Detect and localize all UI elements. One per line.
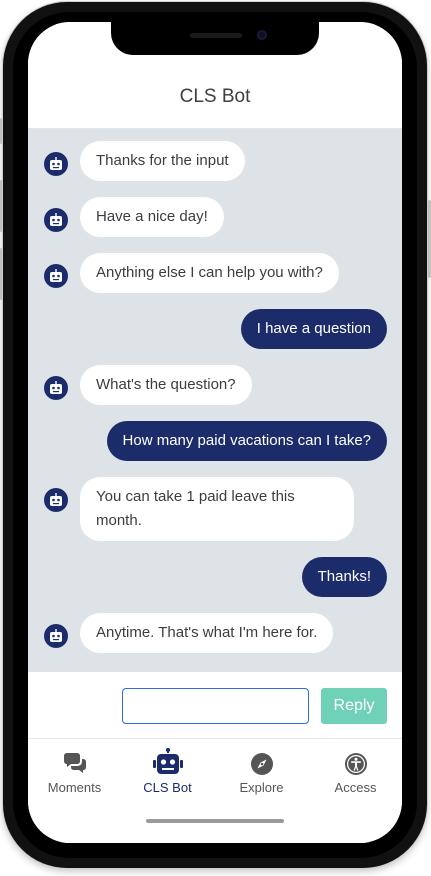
tab-access[interactable]: Access	[309, 739, 402, 803]
message-row: Anything else I can help you with?	[28, 253, 402, 293]
bot-avatar-icon	[44, 152, 68, 176]
composer-bar: Reply	[28, 672, 402, 738]
front-camera	[257, 30, 267, 40]
message-row: I have a question	[28, 309, 402, 349]
bot-message-bubble: Anytime. That's what I'm here for.	[80, 613, 334, 653]
bot-message-bubble: Thanks for the input	[80, 141, 245, 181]
robot-icon	[153, 748, 183, 777]
message-row: Have a nice day!	[28, 197, 402, 237]
tab-label: CLS Bot	[143, 780, 192, 795]
tab-label: Moments	[47, 780, 102, 795]
tab-explore[interactable]: Explore	[215, 739, 308, 803]
bot-avatar-icon	[44, 376, 68, 400]
notch	[111, 22, 319, 55]
tab-label: Access	[334, 780, 377, 795]
speaker-grille	[190, 33, 242, 38]
bot-message-bubble: Anything else I can help you with?	[80, 253, 339, 293]
page-title: CLS Bot	[179, 86, 251, 107]
bot-avatar-icon	[44, 624, 68, 648]
message-row: What's the question?	[28, 365, 402, 405]
message-row: How many paid vacations can I take?	[28, 421, 402, 461]
tab-label: Explore	[239, 780, 284, 795]
tab-cls-bot[interactable]: CLS Bot	[121, 739, 214, 803]
chat-bubbles-icon	[62, 751, 88, 777]
message-row: Thanks!	[28, 557, 402, 597]
user-message-bubble: Thanks!	[301, 557, 387, 597]
tab-moments[interactable]: Moments	[28, 739, 121, 803]
message-row: You can take 1 paid leave this month.	[28, 477, 402, 541]
message-row: Thanks for the input	[28, 141, 402, 181]
compass-icon	[249, 751, 275, 777]
user-message-bubble: I have a question	[240, 309, 387, 349]
phone-screen: CLS Bot Thanks for the input Have a nice…	[28, 22, 402, 843]
tab-bar: Moments CLS Bot Explore Access	[28, 738, 402, 843]
bot-message-bubble: You can take 1 paid leave this month.	[80, 477, 354, 541]
bot-avatar-icon	[44, 208, 68, 232]
bot-message-bubble: Have a nice day!	[80, 197, 224, 237]
reply-button[interactable]: Reply	[321, 688, 387, 724]
message-row: Anytime. That's what I'm here for.	[28, 613, 402, 653]
chat-area[interactable]: Thanks for the input Have a nice day! An…	[28, 129, 402, 672]
bot-avatar-icon	[44, 488, 68, 512]
home-indicator[interactable]	[146, 819, 284, 823]
user-message-bubble: How many paid vacations can I take?	[106, 421, 387, 461]
bot-avatar-icon	[44, 264, 68, 288]
bot-message-bubble: What's the question?	[80, 365, 252, 405]
message-input[interactable]	[122, 688, 309, 724]
accessibility-icon	[343, 751, 369, 777]
